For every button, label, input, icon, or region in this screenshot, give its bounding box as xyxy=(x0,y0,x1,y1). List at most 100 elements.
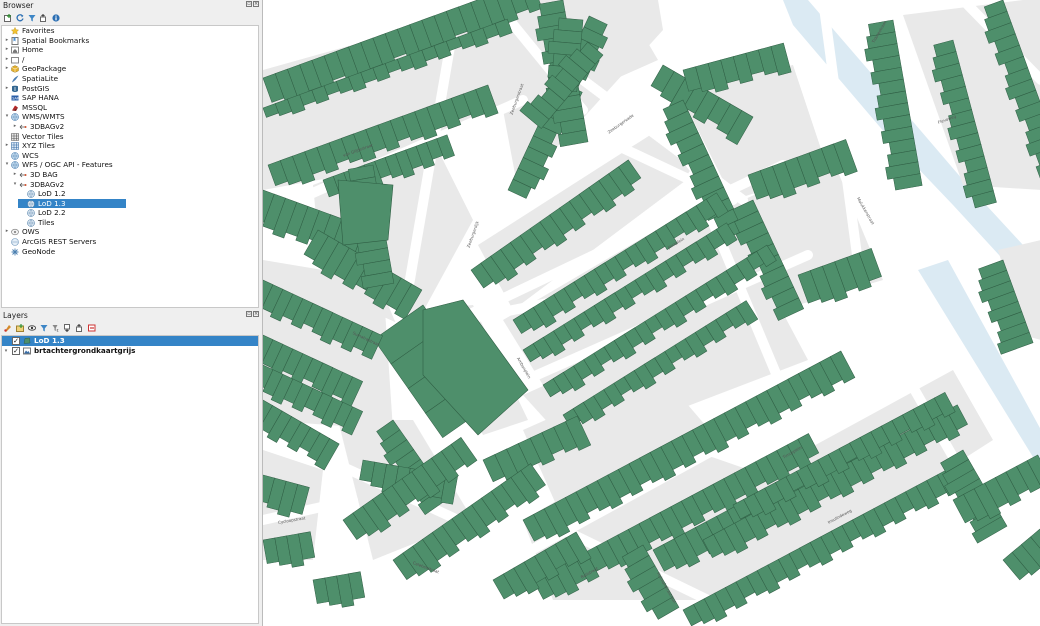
map-rendering xyxy=(263,0,1040,626)
expand-arrow-icon[interactable]: ▸ xyxy=(4,36,10,46)
browser-item-label: GeoNode xyxy=(22,246,56,256)
layer-globe-icon xyxy=(27,190,35,198)
raster-layer-icon xyxy=(23,347,31,355)
expand-arrow-icon[interactable]: ▸ xyxy=(4,141,10,151)
browser-item[interactable]: ▾ 3DBAGv2 xyxy=(2,180,258,190)
building xyxy=(337,179,394,246)
browser-item[interactable]: ▸ OWS xyxy=(2,227,258,237)
wfs-connection-icon xyxy=(19,181,27,189)
browser-item[interactable]: ▾ WFS / OGC API - Features xyxy=(2,160,258,170)
wfs-connection-icon xyxy=(19,171,27,179)
expand-arrow-icon[interactable]: ▸ xyxy=(4,84,10,94)
collapse-all-icon[interactable] xyxy=(40,13,48,22)
geopackage-icon xyxy=(11,65,19,74)
layer-visibility-checkbox[interactable]: ✓ xyxy=(12,337,20,345)
layer-globe-icon xyxy=(27,209,35,218)
bookmark-icon xyxy=(11,36,19,45)
browser-toolbar xyxy=(0,11,261,24)
filter-by-expression-icon[interactable]: ε xyxy=(52,324,60,332)
float-panel-icon[interactable]: ▫ xyxy=(246,311,252,317)
browser-item[interactable]: ▸ Spatial Bookmarks xyxy=(2,36,258,46)
browser-item-label: PostGIS xyxy=(22,83,50,93)
browser-item[interactable]: ▸ PostGIS xyxy=(2,84,258,94)
browser-item-label: SAP HANA xyxy=(22,93,59,103)
geonode-icon xyxy=(11,248,19,256)
layer-name: brtachtergrondkaartgrijs xyxy=(34,346,136,355)
browser-item[interactable]: ▸ GeoPackage xyxy=(2,64,258,74)
browser-item[interactable]: SpatiaLite xyxy=(2,74,258,84)
arcgis-icon xyxy=(11,238,19,246)
collapse-arrow-icon[interactable]: ▾ xyxy=(4,112,10,122)
browser-item[interactable]: Tiles xyxy=(2,218,258,228)
layer-item[interactable]: ✓ LoD 1.3 xyxy=(2,336,258,346)
browser-item-label: Vector Tiles xyxy=(22,131,64,141)
layer-globe-icon xyxy=(27,219,35,227)
browser-item[interactable]: Favorites xyxy=(2,26,258,36)
browser-item[interactable]: ▸ 3DBAGv2 xyxy=(2,122,258,132)
expand-arrow-icon[interactable]: ▸ xyxy=(12,122,18,132)
browser-item[interactable]: LoD 2.2 xyxy=(2,208,258,218)
browser-item-label: LoD 1.2 xyxy=(38,189,66,199)
browser-item[interactable]: WCS xyxy=(2,151,258,161)
browser-item[interactable]: ▸ Home xyxy=(2,45,258,55)
svg-text:SAP: SAP xyxy=(12,97,19,101)
float-panel-icon[interactable]: ▫ xyxy=(246,1,252,7)
expand-arrow-icon[interactable]: ▸ xyxy=(4,64,10,74)
browser-item[interactable]: Vector Tiles xyxy=(2,132,258,142)
browser-item[interactable]: SAP SAP HANA xyxy=(2,93,258,103)
browser-item[interactable]: ArcGIS REST Servers xyxy=(2,237,258,247)
browser-item-label: OWS xyxy=(22,227,40,237)
info-icon[interactable] xyxy=(52,13,60,22)
ows-icon xyxy=(11,228,19,236)
browser-item[interactable]: ▾ WMS/WMTS xyxy=(2,112,258,122)
browser-item-label: Spatial Bookmarks xyxy=(22,35,90,45)
filter-icon[interactable] xyxy=(28,14,36,22)
polygon-layer-icon xyxy=(23,337,31,345)
layers-panel-title: Layers ▫ × xyxy=(0,310,261,321)
remove-layer-icon[interactable] xyxy=(88,324,96,332)
map-canvas[interactable]: van Glijdsstraat Zeeburgerstraat Zeeburger… xyxy=(262,0,1040,626)
browser-item[interactable]: ▸ 3D BAG xyxy=(2,170,258,180)
expand-arrow-icon[interactable]: ▸ xyxy=(4,227,10,237)
browser-item-label: 3DBAGv2 xyxy=(30,121,65,131)
collapse-arrow-icon[interactable]: ▾ xyxy=(12,180,18,190)
postgis-icon xyxy=(11,85,19,93)
filter-legend-icon[interactable] xyxy=(40,324,48,332)
browser-item[interactable]: ▸ / xyxy=(2,55,258,65)
browser-item[interactable]: LoD 1.2 xyxy=(2,189,258,199)
browser-item-label: Tiles xyxy=(38,217,55,227)
building-row xyxy=(1002,528,1040,581)
browser-item-label: LoD 2.2 xyxy=(38,208,66,218)
eye-icon[interactable] xyxy=(27,324,37,332)
collapse-all-icon[interactable] xyxy=(76,323,84,332)
browser-item[interactable]: MSSQL xyxy=(2,103,258,113)
add-group-icon[interactable] xyxy=(16,323,24,332)
expand-all-icon[interactable] xyxy=(64,323,72,332)
browser-item-label: / xyxy=(22,54,25,64)
browser-item-label: WCS xyxy=(22,150,39,160)
building xyxy=(557,17,584,33)
add-selected-layers-icon[interactable] xyxy=(4,13,12,22)
browser-item-label: WFS / OGC API - Features xyxy=(22,160,113,170)
browser-item[interactable]: ▸ XYZ Tiles xyxy=(2,141,258,151)
browser-item[interactable]: GeoNode xyxy=(2,247,258,257)
collapse-arrow-icon[interactable]: ▾ xyxy=(4,160,10,170)
refresh-icon[interactable] xyxy=(16,13,24,22)
layer-item[interactable]: ▾ ✓ brtachtergrondkaartgrijs xyxy=(2,346,258,356)
layer-visibility-checkbox[interactable]: ✓ xyxy=(12,347,20,355)
browser-title-text: Browser xyxy=(3,1,34,10)
layers-tree[interactable]: ✓ LoD 1.3 ▾ ✓ brtachtergrondkaartgrijs xyxy=(1,335,259,624)
browser-tree[interactable]: Favorites ▸ Spatial Bookmarks ▸ Home ▸ / ▸ GeoPa… xyxy=(1,25,259,308)
style-panel-icon[interactable] xyxy=(4,324,12,332)
close-panel-icon[interactable]: × xyxy=(253,1,259,7)
expand-arrow-icon[interactable]: ▸ xyxy=(4,55,10,65)
collapse-arrow-icon[interactable]: ▾ xyxy=(3,346,9,356)
expand-arrow-icon[interactable]: ▸ xyxy=(4,45,10,55)
expand-arrow-icon[interactable]: ▸ xyxy=(12,170,18,180)
layers-panel: Layers ▫ × ε ✓ LoD 1.3 ▾ ✓ brtachtergron… xyxy=(0,310,261,626)
layers-toolbar: ε xyxy=(0,321,261,334)
browser-item[interactable]: LoD 1.3 xyxy=(18,198,126,209)
globe-icon xyxy=(11,161,19,170)
spatialite-icon xyxy=(11,75,19,83)
close-panel-icon[interactable]: × xyxy=(253,311,259,317)
